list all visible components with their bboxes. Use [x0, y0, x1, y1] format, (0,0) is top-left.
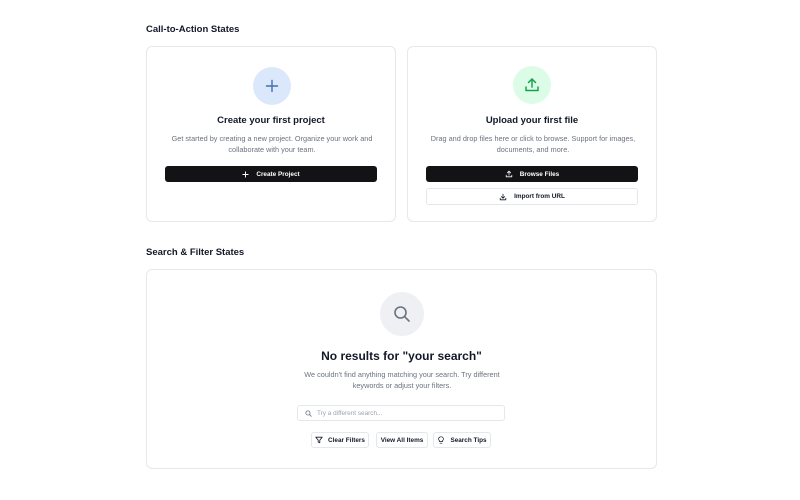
- upload-file-title: Upload your first file: [485, 115, 579, 126]
- search-icon: [380, 292, 424, 336]
- no-results-title: No results for "your search": [321, 349, 482, 363]
- create-project-title: Create your first project: [217, 115, 325, 126]
- search-section-title: Search & Filter States: [146, 247, 245, 258]
- upload-file-card: Upload your first file Drag and drop fil…: [407, 46, 657, 222]
- browse-files-label: Browse Files: [519, 170, 560, 178]
- filter-icon: [315, 436, 323, 444]
- view-all-items-button[interactable]: View All Items: [376, 432, 428, 448]
- search-icon: [305, 409, 312, 417]
- plus-icon: [242, 170, 249, 178]
- search-input-wrapper[interactable]: [297, 405, 505, 421]
- import-from-url-label: Import from URL: [514, 193, 565, 200]
- lightbulb-icon: [437, 436, 445, 444]
- download-icon: [499, 193, 507, 201]
- create-project-button-label: Create Project: [256, 170, 300, 178]
- no-results-description: We couldn't find anything matching your …: [304, 370, 500, 390]
- upload-file-description: Drag and drop files here or click to bro…: [430, 134, 636, 154]
- create-project-card: Create your first project Get started by…: [146, 46, 396, 222]
- clear-filters-button[interactable]: Clear Filters: [311, 432, 369, 448]
- search-tips-button[interactable]: Search Tips: [433, 432, 491, 448]
- browse-files-button[interactable]: Browse Files: [426, 166, 638, 182]
- create-project-description: Get started by creating a new project. O…: [171, 134, 373, 154]
- upload-icon: [505, 170, 513, 178]
- plus-icon: [253, 67, 291, 105]
- upload-icon: [513, 66, 551, 104]
- search-input[interactable]: [317, 406, 504, 420]
- import-from-url-button[interactable]: Import from URL: [426, 188, 638, 205]
- clear-filters-label: Clear Filters: [328, 436, 365, 444]
- search-tips-label: Search Tips: [450, 436, 487, 444]
- create-project-button[interactable]: Create Project: [165, 166, 377, 182]
- view-all-items-label: View All Items: [380, 436, 424, 444]
- cta-section-title: Call-to-Action States: [146, 24, 240, 35]
